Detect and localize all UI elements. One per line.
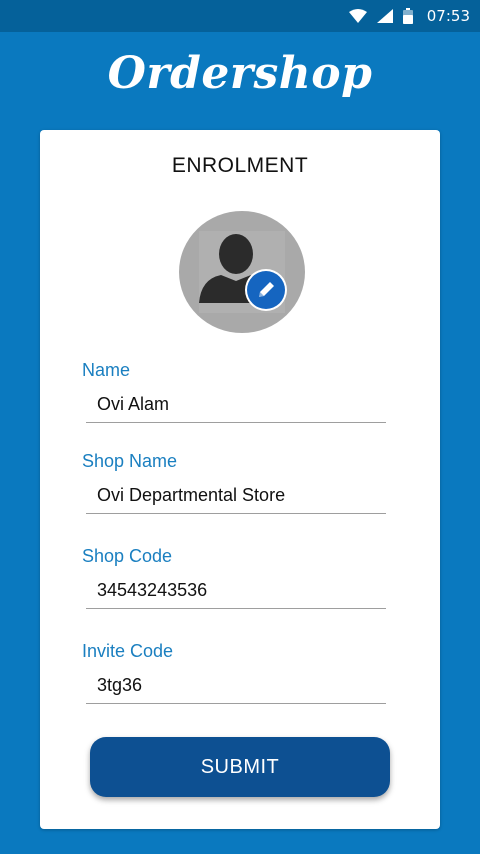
shop-name-input[interactable]: Ovi Departmental Store bbox=[86, 478, 386, 514]
name-label: Name bbox=[82, 360, 131, 380]
form-title: ENROLMENT bbox=[171, 154, 309, 177]
status-bar: 07:53 bbox=[0, 0, 480, 32]
wifi-icon bbox=[348, 9, 367, 23]
app-title: Ordershop bbox=[107, 48, 373, 99]
edit-photo-button[interactable] bbox=[245, 269, 287, 311]
submit-button[interactable]: SUBMIT bbox=[90, 737, 390, 797]
avatar[interactable] bbox=[179, 211, 305, 333]
battery-icon bbox=[402, 8, 413, 24]
invite-code-label: Invite Code bbox=[82, 641, 174, 661]
signal-icon bbox=[376, 9, 393, 23]
pencil-icon bbox=[259, 282, 274, 297]
invite-code-input[interactable]: 3tg36 bbox=[86, 668, 386, 704]
name-input[interactable]: Ovi Alam bbox=[86, 387, 386, 423]
shop-code-input[interactable]: 34543243536 bbox=[86, 573, 386, 609]
person-icon bbox=[199, 231, 285, 313]
enrolment-card: ENROLMENT Name Ovi Alam Shop Name Ovi De… bbox=[40, 130, 440, 829]
shop-code-label: Shop Code bbox=[82, 546, 173, 566]
shop-name-label: Shop Name bbox=[82, 451, 178, 471]
status-time: 07:53 bbox=[426, 7, 470, 25]
